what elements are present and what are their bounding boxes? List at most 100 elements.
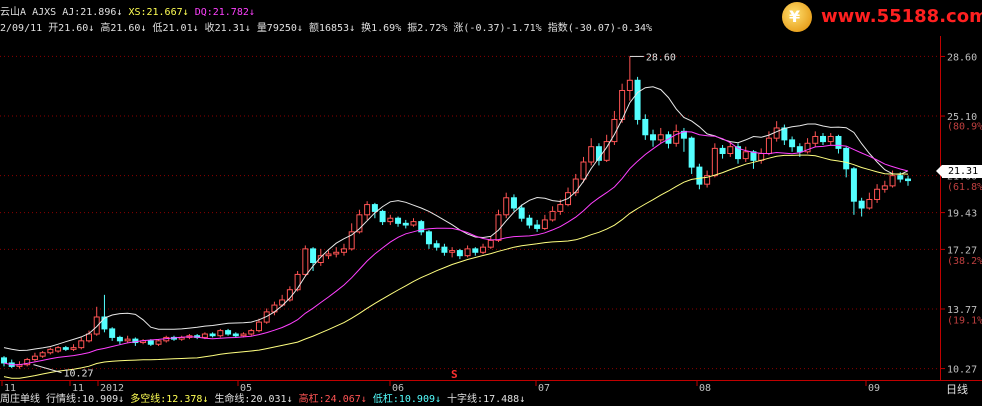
candle[interactable] [55, 347, 62, 352]
candle[interactable] [503, 197, 510, 216]
candle[interactable] [657, 134, 664, 141]
candle[interactable] [765, 137, 772, 155]
current-price-tag: 21.31 [936, 165, 982, 178]
candle[interactable] [464, 248, 471, 257]
candle[interactable] [874, 188, 881, 200]
candle[interactable] [70, 347, 77, 350]
candle[interactable] [402, 222, 409, 226]
stock-name[interactable]: 云山A [0, 7, 26, 18]
quote-amount: 额16853↓ [308, 23, 356, 34]
candle[interactable] [858, 200, 865, 209]
candle[interactable] [379, 210, 386, 223]
signal-marker: S [451, 368, 458, 381]
price-axis-label: (80.9%) [947, 121, 982, 132]
candle[interactable] [588, 146, 595, 163]
candle[interactable] [449, 250, 456, 253]
candle[interactable] [905, 178, 911, 182]
candle[interactable] [31, 355, 38, 361]
candle[interactable] [526, 217, 533, 226]
candle[interactable] [201, 333, 208, 338]
candle[interactable] [773, 127, 780, 139]
candle[interactable] [719, 147, 726, 155]
candle[interactable] [302, 248, 309, 275]
candle[interactable] [549, 210, 556, 221]
candle[interactable] [310, 248, 317, 263]
candle[interactable] [866, 198, 873, 209]
candle[interactable] [711, 147, 718, 177]
candle[interactable] [387, 217, 394, 223]
candle[interactable] [364, 204, 371, 216]
candle[interactable] [333, 251, 340, 255]
candle[interactable] [510, 197, 517, 209]
candle[interactable] [93, 316, 100, 335]
candle[interactable] [225, 330, 232, 335]
period-button[interactable]: 日线 [946, 381, 968, 397]
candle[interactable] [688, 137, 695, 168]
candle[interactable] [47, 348, 54, 354]
date-axis-label: 11 [72, 383, 84, 394]
candle[interactable] [727, 146, 734, 155]
candle[interactable] [155, 340, 162, 345]
candle[interactable] [217, 330, 224, 337]
date-axis-label: 2012 [100, 383, 124, 394]
candle[interactable] [395, 217, 402, 224]
candle[interactable] [541, 219, 548, 229]
candle[interactable] [1, 357, 7, 364]
candle[interactable] [518, 207, 525, 219]
candle[interactable] [835, 135, 842, 149]
candle[interactable] [480, 246, 487, 253]
candle[interactable] [487, 239, 494, 248]
candle[interactable] [255, 321, 262, 332]
candle[interactable] [325, 253, 332, 257]
candle[interactable] [843, 147, 850, 170]
candle[interactable] [441, 246, 448, 253]
candle[interactable] [626, 79, 633, 91]
candle[interactable] [758, 153, 765, 161]
quote-change: 涨(-0.37)-1.71% [453, 23, 542, 34]
candle[interactable] [472, 248, 479, 253]
date-axis-label: 11 [4, 383, 16, 394]
candle[interactable] [534, 224, 541, 229]
candle[interactable] [650, 134, 657, 141]
candle[interactable] [340, 248, 347, 253]
candle[interactable] [889, 175, 896, 187]
candle[interactable] [116, 336, 123, 342]
candle[interactable] [580, 161, 587, 180]
candle[interactable] [147, 340, 154, 345]
candle[interactable] [827, 135, 834, 143]
candle[interactable] [742, 151, 749, 160]
candle[interactable] [789, 139, 796, 148]
candle[interactable] [410, 221, 417, 226]
candle[interactable] [425, 231, 432, 245]
candle[interactable] [456, 250, 463, 257]
candle[interactable] [232, 333, 239, 337]
candle[interactable] [572, 178, 579, 194]
candle[interactable] [371, 204, 378, 212]
kline-chart[interactable]: 28.6025.10(80.9%)21.60(61.8%)19.4317.27(… [0, 0, 982, 406]
candle[interactable] [109, 328, 116, 338]
candle[interactable] [812, 135, 819, 144]
candle[interactable] [62, 347, 69, 350]
candle[interactable] [820, 135, 827, 143]
xs-value: XS:21.667↓ [128, 7, 189, 18]
candle[interactable] [850, 168, 857, 202]
candle[interactable] [209, 333, 216, 337]
date-axis-label: 08 [699, 383, 711, 394]
candle[interactable] [796, 146, 803, 153]
candle[interactable] [881, 185, 888, 190]
candle[interactable] [240, 333, 247, 337]
candle[interactable] [557, 204, 564, 212]
candle[interactable] [39, 352, 46, 357]
candle[interactable] [673, 130, 680, 144]
candle[interactable] [696, 166, 703, 185]
candle[interactable] [248, 330, 255, 335]
candle[interactable] [634, 79, 641, 120]
candle[interactable] [433, 243, 440, 248]
candle[interactable] [897, 175, 904, 180]
candle[interactable] [85, 333, 92, 342]
footer-indicator-name[interactable]: 周庄单线 [0, 394, 40, 405]
indicator-name[interactable]: AJXS [32, 7, 56, 18]
candle[interactable] [78, 340, 85, 349]
candle[interactable] [642, 118, 649, 136]
candle[interactable] [124, 338, 131, 342]
